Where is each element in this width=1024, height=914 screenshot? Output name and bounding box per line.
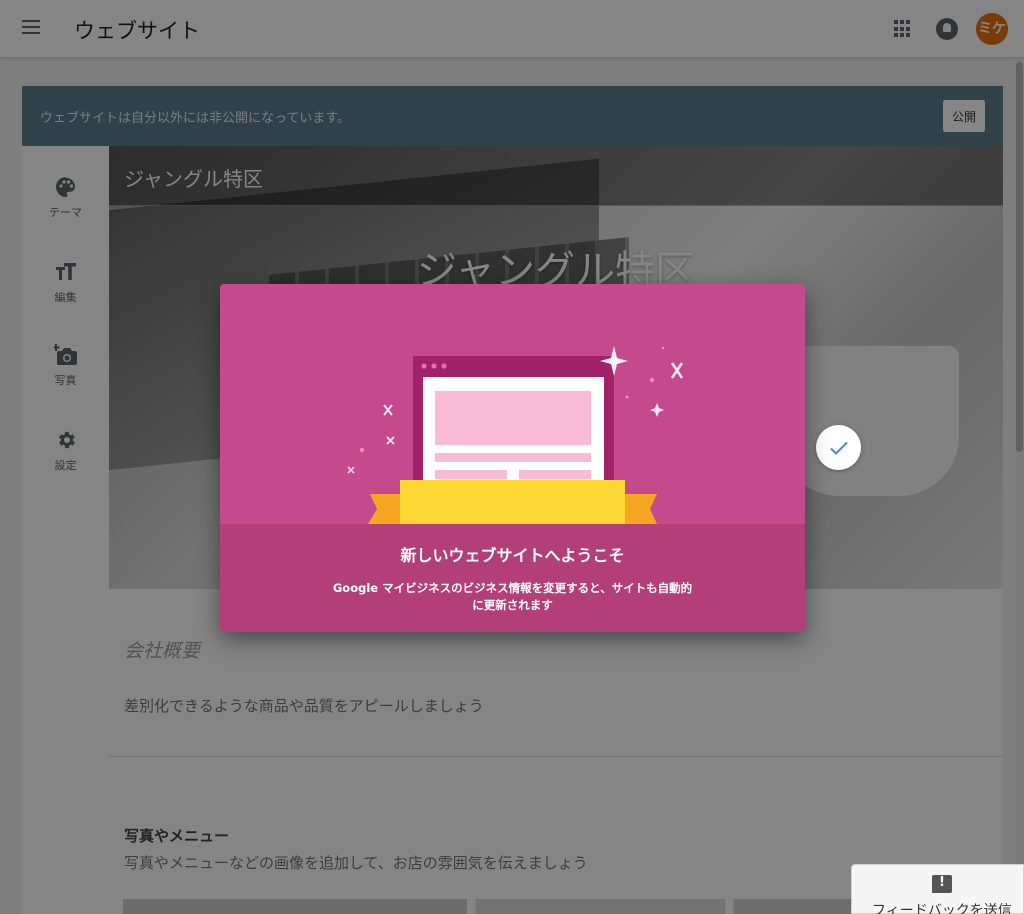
website-illustration <box>347 346 684 524</box>
confirm-check-button[interactable] <box>816 425 861 470</box>
dialog-title: 新しいウェブサイトへようこそ <box>400 546 625 565</box>
check-icon <box>830 441 848 455</box>
feedback-label: フィードバックを送信 <box>872 903 1012 914</box>
feedback-icon <box>932 875 952 893</box>
dialog-footer: 新しいウェブサイトへようこそ Google マイビジネスのビジネス情報を変更する… <box>220 524 805 632</box>
feedback-button[interactable]: フィードバックを送信 <box>851 864 1024 914</box>
dialog-body: Google マイビジネスのビジネス情報を変更すると、サイトも自動的 に更新され… <box>320 580 705 614</box>
dialog-body-line-1: Google マイビジネスのビジネス情報を変更すると、サイトも自動的 <box>332 581 693 595</box>
dialog-body-line-2: に更新されます <box>472 598 553 612</box>
welcome-dialog: 新しいウェブサイトへようこそ Google マイビジネスのビジネス情報を変更する… <box>220 284 805 632</box>
